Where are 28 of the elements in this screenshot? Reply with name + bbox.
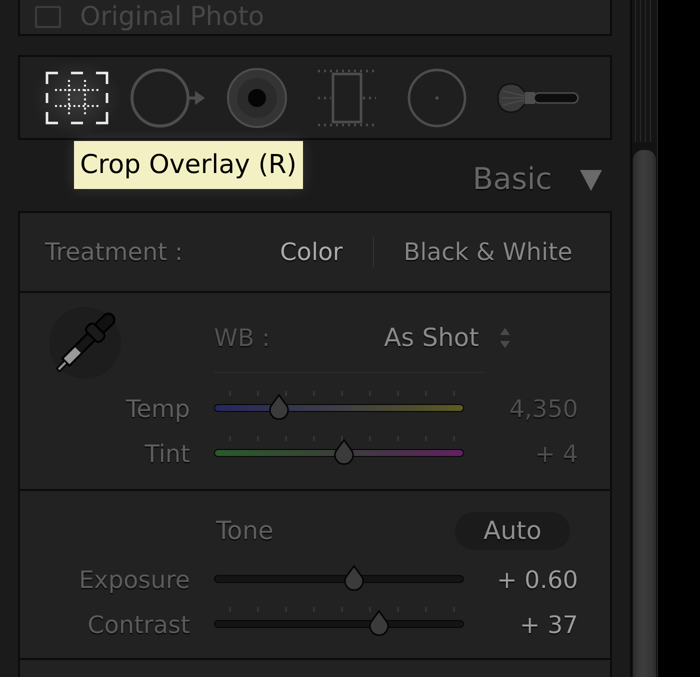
scrollbar-track[interactable] [630, 0, 658, 677]
disclosure-triangle-icon[interactable] [580, 168, 602, 190]
slider-label: Exposure [78, 564, 190, 596]
rectangle-icon [318, 68, 376, 128]
slider-label: Tint [144, 438, 190, 470]
panel-title: Basic [472, 161, 552, 199]
treatment-label: Treatment : [45, 237, 184, 268]
slider-thumb[interactable] [333, 438, 355, 464]
tooltip: Crop Overlay (R) [74, 141, 303, 189]
treatment-option[interactable]: Black & White [404, 234, 572, 270]
scrollbar-thumb[interactable] [633, 150, 656, 677]
circle-arrow-icon [129, 66, 205, 128]
section-title: Tone [216, 515, 274, 548]
updown-arrows-icon [498, 327, 511, 349]
slider-label: Contrast [86, 610, 190, 640]
wb-preset-dropdown[interactable]: As Shot [384, 319, 511, 357]
slider-thumb[interactable] [368, 610, 390, 636]
slider-value: + 37 [518, 610, 578, 640]
slider-thumb[interactable] [343, 564, 365, 590]
slider-thumb[interactable] [268, 394, 290, 420]
eye-iris-icon [226, 66, 288, 128]
auto-button[interactable]: Auto [455, 512, 570, 550]
treatment-option[interactable]: Color [280, 234, 343, 270]
checkbox[interactable] [35, 6, 61, 28]
crop-frame-icon [45, 70, 109, 124]
circle-icon [407, 68, 467, 128]
slider-value: + 0.60 [496, 564, 578, 596]
slider-label: Temp [125, 394, 190, 424]
